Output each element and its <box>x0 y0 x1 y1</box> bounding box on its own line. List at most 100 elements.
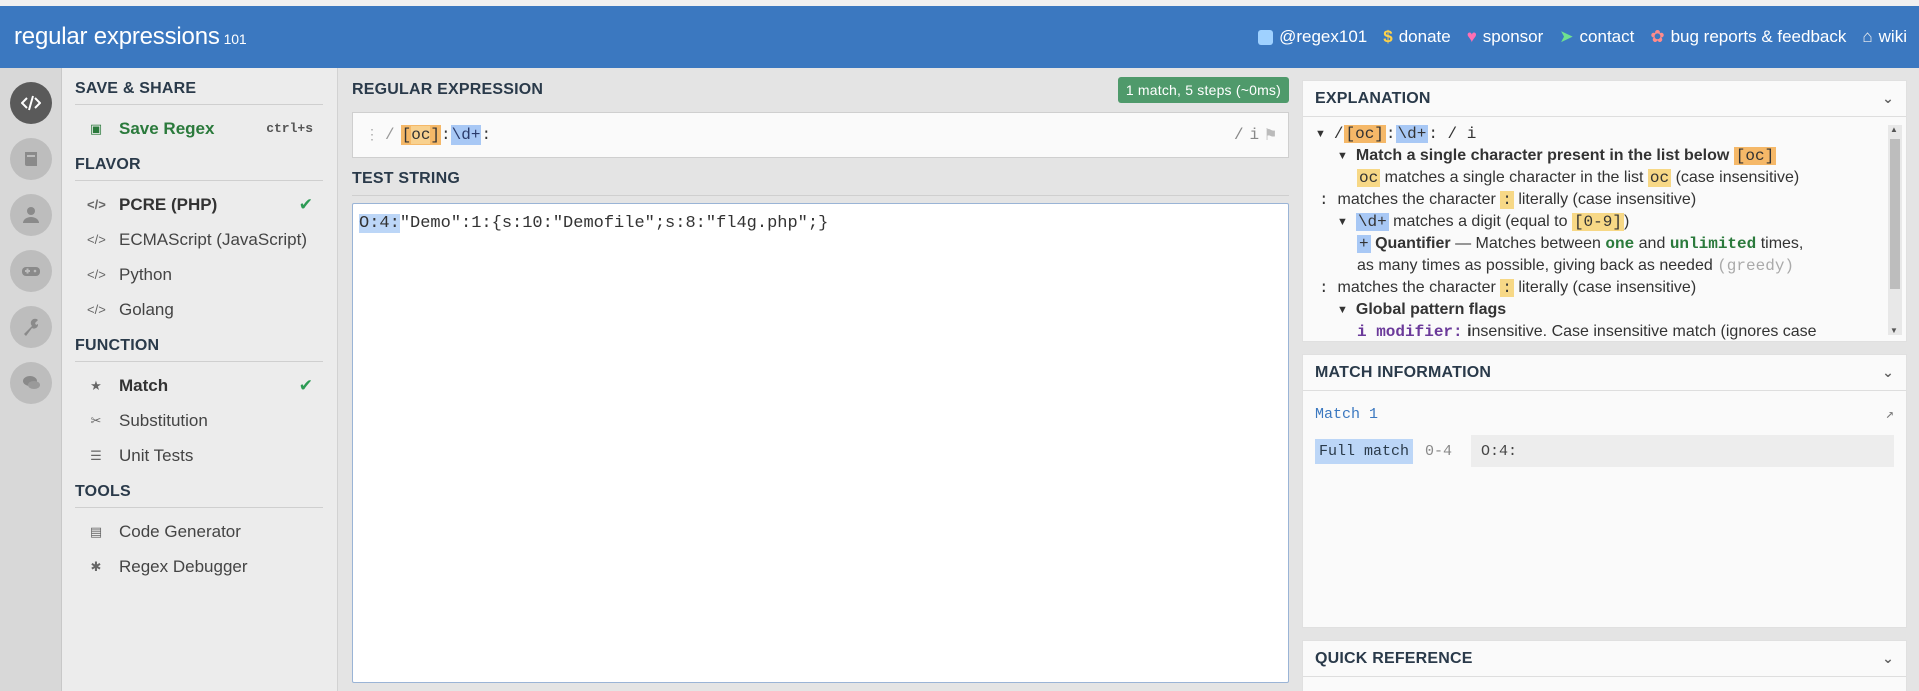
match-information-header[interactable]: MATCH INFORMATION ⌄ <box>1303 355 1906 391</box>
flavor-ecmascript[interactable]: </> ECMAScript (JavaScript) <box>75 222 323 257</box>
scroll-up-icon[interactable]: ▲ <box>1890 125 1898 134</box>
check-icon: ✔ <box>298 375 313 395</box>
match-information-panel: MATCH INFORMATION ⌄ Match 1 ↗ Full match… <box>1302 354 1907 628</box>
bank-icon: ⌂ <box>1862 27 1873 46</box>
scrollbar-thumb[interactable] <box>1890 139 1900 289</box>
tool-code-generator[interactable]: ▤ Code Generator <box>75 514 323 549</box>
tools-title: TOOLS <box>75 483 323 508</box>
function-match[interactable]: ★ Match ✔ <box>75 368 323 403</box>
full-match-range: 0-4 <box>1425 442 1453 460</box>
flags-text: i <box>1249 126 1260 144</box>
full-match-label: Full match <box>1315 438 1414 464</box>
explanation-line: : matches the character : literally (cas… <box>1319 279 1697 297</box>
book-icon <box>24 152 37 166</box>
floppy-disk-icon: ▣ <box>89 120 103 136</box>
function-substitution[interactable]: ✂ Substitution <box>75 403 323 438</box>
code-icon: </> <box>87 197 106 212</box>
chevron-down-icon[interactable]: ⌄ <box>1882 90 1894 107</box>
star-icon: ★ <box>90 377 102 393</box>
nav-bug-reports[interactable]: ✿ bug reports & feedback <box>1650 27 1846 47</box>
main-editor: REGULAR EXPRESSION 1 match, 5 steps (~0m… <box>339 68 1302 691</box>
function-unit-tests[interactable]: ☰ Unit Tests <box>75 438 323 473</box>
explanation-line: i modifier: i nsensitive. Case insensitiv… <box>1357 323 1817 341</box>
triangle-down-icon[interactable]: ▼ <box>1337 304 1348 316</box>
triangle-down-icon[interactable]: ▼ <box>1337 150 1348 162</box>
rail-settings-button[interactable] <box>9 306 52 348</box>
regex-open-delimiter: / <box>385 126 395 144</box>
explanation-root: ▼ / [oc]: \d+: / i <box>1315 125 1477 143</box>
dollar-icon: $ <box>1383 27 1393 46</box>
user-icon <box>22 207 39 223</box>
chat-icon <box>22 376 40 389</box>
rail-chat-button[interactable] <box>9 362 52 404</box>
nav-contact[interactable]: ➤ contact <box>1559 27 1634 47</box>
list-icon: ☰ <box>90 447 102 463</box>
explanation-line: as many times as possible, giving back a… <box>1357 257 1795 275</box>
rail-quiz-button[interactable] <box>9 250 52 292</box>
flavor-golang[interactable]: </> Golang <box>75 292 323 327</box>
rail-library-button[interactable] <box>9 138 52 180</box>
explanation-header[interactable]: EXPLANATION ⌄ <box>1303 81 1906 117</box>
explanation-line: oc matches a single character in the lis… <box>1357 169 1800 187</box>
test-string-text: "Demo":1:{s:10:"Demofile";s:8:"fl4g.php"… <box>399 214 829 233</box>
flavor-python[interactable]: </> Python <box>75 257 323 292</box>
match-highlight: O:4: <box>359 214 400 233</box>
regex-flags[interactable]: / i ⚑ <box>1234 124 1276 146</box>
explanation-panel: EXPLANATION ⌄ ▼ / [oc]: \d+: / i ▼ Match … <box>1302 80 1907 342</box>
external-link-icon[interactable]: ↗ <box>1886 406 1894 423</box>
nav-donate[interactable]: $ donate <box>1383 27 1450 47</box>
match-group-label: Match 1 ↗ <box>1315 405 1894 423</box>
drag-handle-icon: ⋮ <box>365 127 379 144</box>
gamepad-icon <box>21 267 40 276</box>
rail-editor-button[interactable] <box>9 82 52 124</box>
code-icon: </> <box>87 302 106 317</box>
code-icon: </> <box>87 267 106 282</box>
match-status-badge: 1 match, 5 steps (~0ms) <box>1117 77 1289 103</box>
rail-account-button[interactable] <box>9 194 52 236</box>
logo-text: regular expressions <box>14 23 220 50</box>
explanation-scrollbar[interactable]: ▲ ▼ <box>1888 125 1902 335</box>
bug-icon: ✿ <box>1650 27 1665 46</box>
flavor-pcre[interactable]: </> PCRE (PHP) ✔ <box>75 187 323 222</box>
regex-input[interactable]: ⋮ / [oc] : \d+ : / i ⚑ <box>352 112 1289 158</box>
icon-rail <box>0 68 62 691</box>
paper-plane-icon: ➤ <box>1559 27 1574 46</box>
triangle-down-icon[interactable]: ▼ <box>1337 216 1348 228</box>
nav-twitter[interactable]: @regex101 <box>1258 27 1367 47</box>
logo-version: 101 <box>223 31 247 47</box>
code-file-icon: ▤ <box>89 523 103 539</box>
full-match-row: Full match 0-4 O:4: <box>1315 435 1894 467</box>
twitter-icon <box>1258 29 1274 45</box>
full-match-value[interactable]: O:4: <box>1471 435 1894 467</box>
save-share-title: SAVE & SHARE <box>75 80 323 105</box>
nav-wiki[interactable]: ⌂ wiki <box>1862 27 1907 47</box>
chevron-down-icon[interactable]: ⌄ <box>1882 650 1894 667</box>
flag-icon[interactable]: ⚑ <box>1265 124 1276 146</box>
check-icon: ✔ <box>298 194 313 214</box>
regex-token-colon: : <box>481 126 492 144</box>
flavor-title: FLAVOR <box>75 156 323 181</box>
function-title: FUNCTION <box>75 337 323 362</box>
quick-reference-header[interactable]: QUICK REFERENCE ⌄ <box>1303 641 1906 677</box>
test-string-title: TEST STRING <box>352 170 1289 196</box>
save-shortcut: ctrl+s <box>266 121 313 136</box>
sidebar: SAVE & SHARE ▣ Save Regex ctrl+s FLAVOR … <box>62 68 338 691</box>
test-string-input[interactable]: O:4:"Demo":1:{s:10:"Demofile";s:8:"fl4g.… <box>352 203 1289 683</box>
nav-sponsor[interactable]: ♥ sponsor <box>1467 27 1544 47</box>
scroll-down-icon[interactable]: ▼ <box>1890 326 1898 335</box>
code-icon: </> <box>87 232 106 247</box>
tool-regex-debugger[interactable]: ✱ Regex Debugger <box>75 549 323 584</box>
code-icon <box>20 95 41 111</box>
regex-section-title: REGULAR EXPRESSION 1 match, 5 steps (~0m… <box>352 68 1289 112</box>
triangle-down-icon[interactable]: ▼ <box>1315 128 1326 140</box>
logo[interactable]: regular expressions 101 <box>14 23 247 51</box>
explanation-line: ▼ \d+ matches a digit (equal to [0-9]) <box>1337 213 1630 231</box>
explanation-body: ▼ / [oc]: \d+: / i ▼ Match a single chara… <box>1303 117 1906 341</box>
scissors-icon: ✂ <box>90 412 102 428</box>
save-regex-button[interactable]: ▣ Save Regex ctrl+s <box>75 111 323 146</box>
right-panel: EXPLANATION ⌄ ▼ / [oc]: \d+: / i ▼ Match … <box>1302 68 1919 691</box>
top-nav: @regex101 $ donate ♥ sponsor ➤ contact ✿ bug… <box>1258 27 1907 47</box>
chevron-down-icon[interactable]: ⌄ <box>1882 364 1894 381</box>
wrench-icon <box>23 318 38 336</box>
explanation-line: + Quantifier — Matches between one and u… <box>1357 235 1804 253</box>
